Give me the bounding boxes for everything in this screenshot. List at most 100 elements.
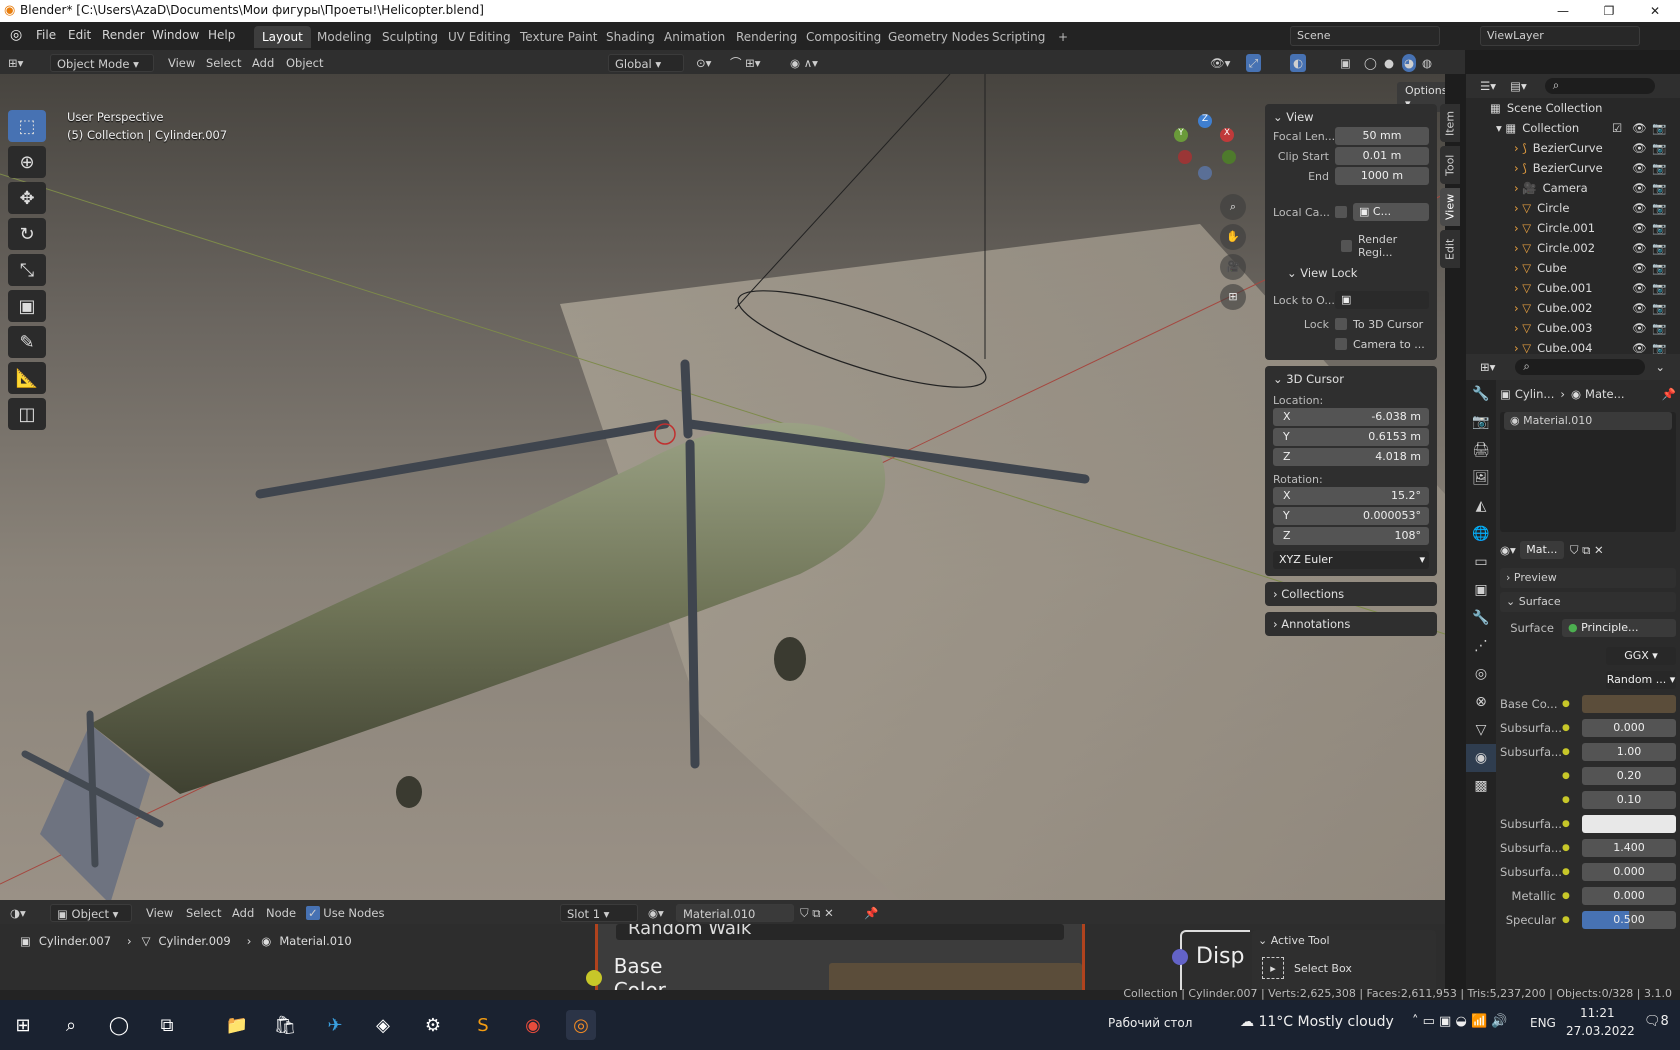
particles-icon[interactable]: ⋰ — [1466, 632, 1496, 660]
store-icon[interactable]: 🛍 — [270, 1010, 300, 1040]
outliner-item[interactable]: › ⟆ BezierCurve 👁 📷 — [1466, 158, 1680, 178]
eye-icon[interactable]: 👁 — [1632, 221, 1647, 235]
focal-length-field[interactable]: 50 mm — [1335, 127, 1429, 145]
lock-to-cursor-checkbox[interactable] — [1335, 318, 1347, 330]
camera-icon[interactable]: 📷 — [1652, 241, 1666, 255]
clock-date[interactable]: 27.03.2022 — [1566, 1024, 1635, 1038]
gizmo-z[interactable]: Z — [1198, 114, 1212, 128]
editor-type-icon[interactable]: ◑▾ — [10, 904, 26, 922]
gizmo-y[interactable]: Y — [1174, 128, 1188, 142]
camera-icon[interactable]: 📷 — [1652, 141, 1666, 155]
eye-icon[interactable]: 👁 — [1632, 301, 1647, 315]
editor-type-icon[interactable]: ⊞▾ — [8, 54, 23, 72]
add-workspace-button[interactable]: + — [1050, 26, 1076, 48]
rotate-icon[interactable]: ↻ — [8, 218, 46, 250]
tab-animation[interactable]: Animation — [656, 26, 733, 48]
outliner-item[interactable]: › ▽ Circle.002 👁 📷 — [1466, 238, 1680, 258]
menu-add[interactable]: Add — [252, 54, 274, 72]
material-browse-icon[interactable]: ◉▾ — [1500, 543, 1516, 557]
shader-field-value[interactable]: 0.000 — [1582, 719, 1676, 737]
tab-scripting[interactable]: Scripting — [984, 26, 1053, 48]
menu-file[interactable]: File — [36, 28, 56, 42]
notification-icon[interactable]: 🗨8 — [1644, 1014, 1669, 1029]
cursor-z-field[interactable]: Z 4.018 m — [1273, 448, 1429, 466]
node-menu-node[interactable]: Node — [266, 904, 296, 922]
socket-icon[interactable] — [586, 970, 602, 986]
add-cube-icon[interactable]: ◫ — [8, 398, 46, 430]
view-layer-icon[interactable]: 🖼 — [1466, 464, 1496, 492]
material-name-field[interactable]: Mat... — [1519, 541, 1564, 559]
gizmo-neg-y[interactable] — [1222, 150, 1236, 164]
transform-orientation[interactable]: Global ▾ — [608, 54, 684, 72]
use-nodes-checkbox[interactable]: ✓ Use Nodes — [306, 904, 384, 922]
outliner-search-input[interactable]: ⌕ — [1544, 78, 1655, 94]
camera-icon[interactable]: 📷 — [1652, 201, 1666, 215]
shader-field-value[interactable]: 0.10 — [1582, 791, 1676, 809]
camera-icon[interactable]: 📷 — [1652, 261, 1666, 275]
app-icon[interactable]: ◈ — [368, 1010, 398, 1040]
local-camera-checkbox[interactable] — [1335, 206, 1347, 218]
outliner-item[interactable]: › ▽ Cube.004 👁 📷 — [1466, 338, 1680, 354]
menu-help[interactable]: Help — [208, 28, 235, 42]
pan-hand-icon[interactable]: ✋ — [1220, 224, 1246, 250]
shading-render-icon[interactable]: ◍ — [1422, 54, 1432, 72]
view-lock-header[interactable]: ⌄ View Lock — [1273, 264, 1429, 282]
world-icon[interactable]: 🌐 — [1466, 520, 1496, 548]
display-mode-icon[interactable]: ▤▾ — [1510, 79, 1527, 93]
collections-panel[interactable]: › Collections — [1265, 582, 1437, 606]
visibility-icon[interactable]: 👁▾ — [1210, 54, 1230, 72]
tab-edit[interactable]: Edit — [1440, 230, 1460, 268]
eye-icon[interactable]: 👁 — [1632, 281, 1647, 295]
menu-view[interactable]: View — [168, 54, 195, 72]
menu-window[interactable]: Window — [152, 28, 199, 42]
outliner-item[interactable]: › 🎥 Camera 👁 📷 — [1466, 178, 1680, 198]
node-menu-view[interactable]: View — [146, 904, 173, 922]
tray-icons[interactable]: ˄ ▭ ▣ ◒ 📶 🔊 — [1412, 1014, 1507, 1029]
camera-icon[interactable]: 📷 — [1652, 281, 1666, 295]
menu-select[interactable]: Select — [206, 54, 241, 72]
camera-icon[interactable]: 📷 — [1652, 321, 1666, 335]
clock-time[interactable]: 11:21 — [1580, 1006, 1615, 1020]
pivot-icon[interactable]: ⊙▾ — [696, 54, 711, 72]
subsurface-method-dropdown[interactable]: Random ... ▾ — [1606, 671, 1676, 689]
minimize-button[interactable]: — — [1540, 0, 1586, 22]
camera-icon[interactable]: 📷 — [1652, 181, 1666, 195]
clip-start-field[interactable]: 0.01 m — [1335, 147, 1429, 165]
annotate-icon[interactable]: ✎ — [8, 326, 46, 358]
weather-widget[interactable]: ☁ 11°C Mostly cloudy — [1240, 1014, 1394, 1030]
material-slot-list[interactable]: ◉ Material.010 — [1500, 412, 1676, 532]
scale-icon[interactable]: ⤡ — [8, 254, 46, 286]
tab-sculpting[interactable]: Sculpting — [374, 26, 446, 48]
tab-geometry-nodes[interactable]: Geometry Nodes — [880, 26, 997, 48]
shader-field-value[interactable] — [1582, 695, 1676, 713]
tab-shading[interactable]: Shading — [598, 26, 663, 48]
tool-icon[interactable]: 🔧 — [1466, 380, 1496, 408]
blender-taskbar-icon[interactable]: ◎ — [566, 1010, 596, 1040]
cursor-icon[interactable]: ⊕ — [8, 146, 46, 178]
tab-uv-editing[interactable]: UV Editing — [440, 26, 519, 48]
shader-field-value[interactable]: 0.20 — [1582, 767, 1676, 785]
socket-icon[interactable]: ● — [1562, 867, 1576, 877]
select-box-icon[interactable]: ▸ — [1262, 957, 1284, 979]
3d-viewport[interactable]: User Perspective (5) Collection | Cylind… — [0, 74, 1445, 900]
navigation-gizmo[interactable]: Z Y X — [1166, 114, 1246, 184]
menu-render[interactable]: Render — [102, 28, 145, 42]
material-actions-icon[interactable]: ⛉ ⧉ ✕ — [800, 904, 834, 922]
eye-icon[interactable]: 👁 — [1632, 341, 1647, 354]
chevron-down-icon[interactable]: ⌄ — [1655, 360, 1665, 374]
outliner-item[interactable]: › ▽ Cube.001 👁 📷 — [1466, 278, 1680, 298]
maximize-button[interactable]: ❐ — [1586, 0, 1632, 22]
material-name-field[interactable]: Material.010 — [676, 904, 794, 922]
move-icon[interactable]: ✥ — [8, 182, 46, 214]
shader-field-value[interactable]: 0.000 — [1582, 887, 1676, 905]
subsurface-method-node-field[interactable]: Random Walk — [616, 924, 1064, 940]
tab-compositing[interactable]: Compositing — [798, 26, 889, 48]
steam-icon[interactable]: ⚙ — [418, 1010, 448, 1040]
xray-icon[interactable]: ▣ — [1340, 54, 1351, 72]
snap-icon[interactable]: ⌒ ⊞▾ — [730, 54, 761, 72]
search-icon[interactable]: ⌕ — [56, 1010, 86, 1040]
mode-selector[interactable]: Object Mode ▾ — [50, 54, 154, 72]
rotation-mode-dropdown[interactable]: XYZ Euler ▾ — [1273, 551, 1429, 569]
viewlayer-selector[interactable]: ViewLayer — [1480, 26, 1640, 46]
pin-icon[interactable]: 📌 — [864, 904, 878, 922]
